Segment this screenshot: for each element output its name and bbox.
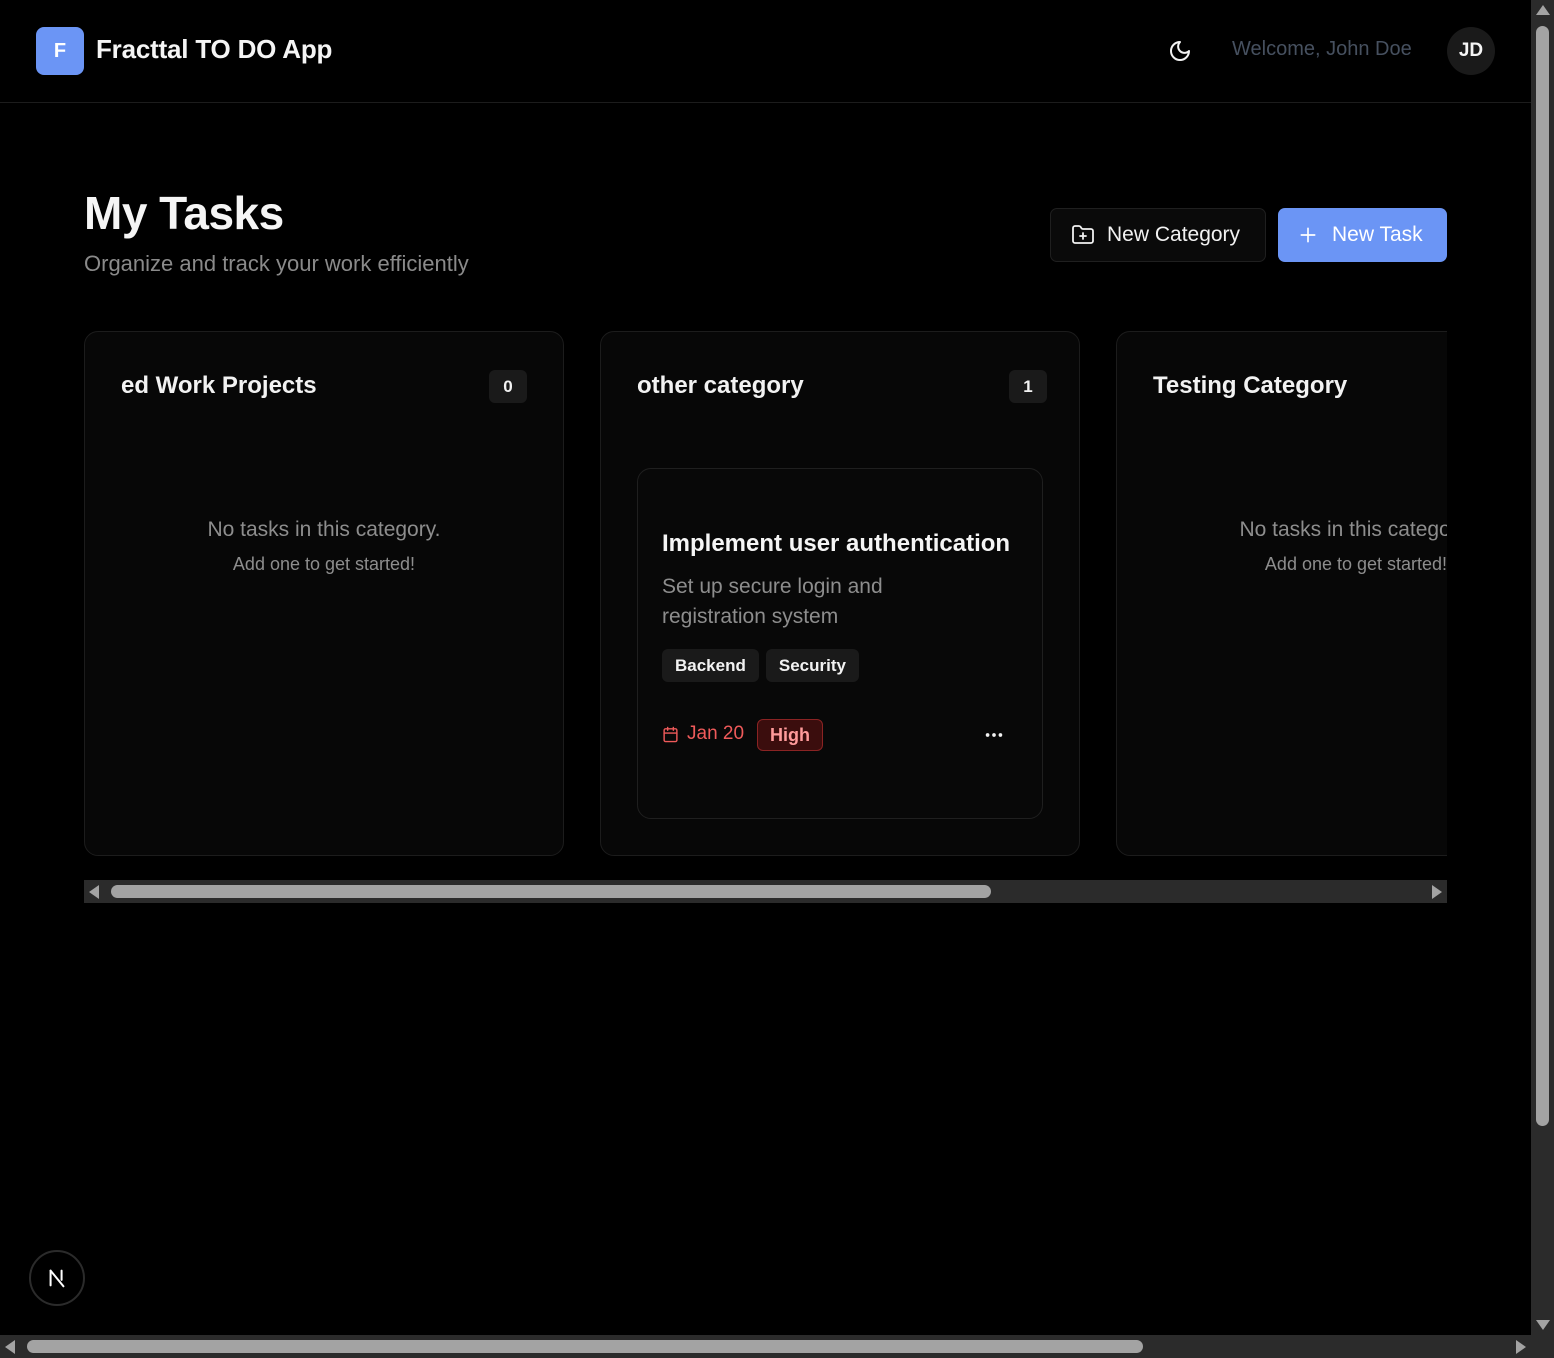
app-logo: F — [36, 27, 84, 75]
scroll-right-arrow-icon[interactable] — [1516, 1340, 1526, 1354]
category-title: Testing Category — [1153, 372, 1348, 399]
empty-state-message: No tasks in this category. — [207, 518, 441, 541]
app-header: F Fracttal TO DO App Welcome, John Doe J… — [0, 0, 1531, 103]
task-board: ed Work Projects 0 No tasks in this cate… — [84, 330, 1447, 857]
task-due-date: Jan 20 — [662, 723, 744, 745]
new-category-button[interactable]: New Category — [1050, 208, 1266, 262]
page-horizontal-scroll-thumb[interactable] — [27, 1340, 1143, 1353]
folder-plus-icon — [1072, 225, 1094, 244]
moon-icon — [1170, 41, 1190, 61]
more-horizontal-icon — [985, 733, 1003, 737]
scroll-down-arrow-icon[interactable] — [1536, 1320, 1550, 1330]
new-category-label: New Category — [1107, 223, 1241, 246]
page-title: My Tasks — [84, 187, 284, 239]
category-column: ed Work Projects 0 No tasks in this cate… — [84, 331, 564, 856]
task-tag: Backend — [662, 649, 759, 682]
plus-icon — [1300, 227, 1316, 243]
category-column: other category 1 Implement user authenti… — [600, 331, 1080, 856]
task-description: Set up secure login and registration sys… — [662, 575, 883, 628]
scroll-left-arrow-icon[interactable] — [89, 885, 99, 899]
nextjs-logo-icon — [49, 1269, 65, 1288]
page-horizontal-scrollbar[interactable] — [0, 1335, 1531, 1358]
scroll-right-arrow-icon[interactable] — [1432, 885, 1442, 899]
page-vertical-scrollbar[interactable] — [1531, 0, 1554, 1335]
task-more-button[interactable] — [976, 719, 1012, 751]
app-title: Fracttal TO DO App — [96, 34, 333, 64]
new-task-label: New Task — [1332, 223, 1423, 246]
scroll-up-arrow-icon[interactable] — [1536, 5, 1550, 15]
scroll-left-arrow-icon[interactable] — [5, 1340, 15, 1354]
nextjs-dev-badge[interactable] — [29, 1250, 85, 1306]
calendar-icon — [663, 726, 678, 742]
category-title: other category — [637, 372, 804, 399]
empty-state-hint: Add one to get started! — [1264, 554, 1447, 574]
task-title: Implement user authentication — [662, 530, 1011, 557]
task-count-badge: 1 — [1009, 370, 1047, 403]
new-task-button[interactable]: New Task — [1278, 208, 1447, 262]
task-card[interactable]: Implement user authentication Set up sec… — [637, 468, 1043, 819]
board-scroll-thumb[interactable] — [111, 885, 991, 898]
task-count-badge: 0 — [489, 370, 527, 403]
empty-state-message: No tasks in this category. — [1239, 518, 1447, 541]
theme-toggle-button[interactable] — [1160, 31, 1200, 71]
user-avatar[interactable]: JD — [1447, 27, 1495, 75]
scrollbar-corner — [1531, 1335, 1554, 1358]
due-date-text: Jan 20 — [687, 723, 745, 744]
welcome-text: Welcome, John Doe — [1232, 38, 1412, 60]
task-tags: Backend Security — [662, 649, 859, 682]
category-column: Testing Category No tasks in this catego… — [1116, 331, 1447, 856]
priority-badge: High — [757, 719, 823, 751]
board-scrollbar[interactable] — [84, 880, 1447, 903]
page-vertical-scroll-thumb[interactable] — [1536, 26, 1549, 1126]
category-title: ed Work Projects — [121, 372, 317, 399]
page-subtitle: Organize and track your work efficiently — [84, 251, 469, 276]
task-tag: Security — [765, 649, 859, 682]
empty-state-hint: Add one to get started! — [232, 554, 416, 574]
